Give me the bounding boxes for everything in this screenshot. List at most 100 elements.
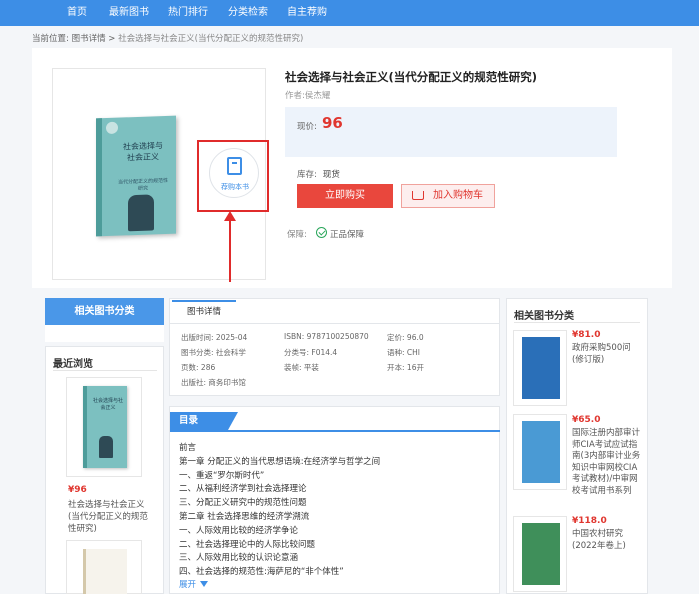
statue-illustration xyxy=(99,436,113,458)
related-book-cover xyxy=(522,421,560,483)
detail-value: CHI xyxy=(406,348,421,357)
book-order-icon xyxy=(227,157,242,175)
annotation-arrow-head-icon xyxy=(224,211,236,221)
detail-label: 语种: xyxy=(387,348,405,357)
recent-book-thumbnail[interactable]: 社会选择与社会正义 xyxy=(66,377,142,477)
toc-item: 二、从福利经济学到社会选择理论 xyxy=(179,484,307,495)
recommend-book-button[interactable]: 荐购本书 xyxy=(209,148,259,198)
detail-pubdate: 出版时间: 2025-04 xyxy=(181,332,247,343)
add-to-cart-button[interactable]: 加入购物车 xyxy=(401,184,495,208)
toc-item: 一、人际效用比较的经济学争论 xyxy=(179,525,299,536)
detail-pages: 页数: 286 xyxy=(181,362,215,373)
detail-value: 商务印书馆 xyxy=(208,378,246,387)
breadcrumb: 当前位置: 图书详情 > 社会选择与社会正义(当代分配正义的规范性研究) xyxy=(32,32,303,44)
detail-label: 装帧: xyxy=(284,363,302,372)
nav-new-books[interactable]: 最新图书 xyxy=(109,0,149,26)
toc-item: 二、社会选择理论中的人际比较问题 xyxy=(179,539,316,550)
left-category-body xyxy=(45,325,164,342)
nav-hot-ranking[interactable]: 热门排行 xyxy=(168,0,208,26)
book-cover-image[interactable]: 社会选择与社会正义 当代分配正义的规范性研究 xyxy=(96,115,176,237)
nav-home[interactable]: 首页 xyxy=(67,0,87,26)
related-book-thumbnail[interactable] xyxy=(513,330,567,406)
guarantee-value: 正品保障 xyxy=(330,230,365,240)
cart-icon xyxy=(412,191,424,200)
divider xyxy=(170,430,500,432)
detail-label: 开本: xyxy=(387,363,405,372)
detail-value: 286 xyxy=(200,363,216,372)
stock-label: 库存: xyxy=(297,170,317,180)
recommend-book-label: 荐购本书 xyxy=(221,183,249,191)
nav-self-recommend[interactable]: 自主荐购 xyxy=(287,0,327,26)
detail-value: 平装 xyxy=(303,363,319,372)
detail-category: 图书分类: 社会科学 xyxy=(181,347,246,358)
recent-book-cover-2 xyxy=(83,549,127,594)
chevron-down-icon[interactable] xyxy=(200,581,208,587)
detail-label: 分类号: xyxy=(284,348,310,357)
breadcrumb-link-book-detail[interactable]: 图书详情 xyxy=(72,34,106,44)
top-nav: 首页 最新图书 热门排行 分类检索 自主荐购 xyxy=(0,0,699,26)
related-book-name[interactable]: 国际注册内部审计师CIA考试应试指南(3内部审计业务知识中审网校CIA考试教材)… xyxy=(572,428,642,498)
detail-label: 出版时间: xyxy=(181,333,214,342)
related-book-cover xyxy=(522,337,560,399)
add-to-cart-label: 加入购物车 xyxy=(433,190,483,201)
check-circle-icon xyxy=(316,227,327,238)
related-book-price: ¥81.0 xyxy=(572,330,601,340)
detail-label: 图书分类: xyxy=(181,348,214,357)
stock-info: 库存: 现货 xyxy=(297,168,340,180)
recent-cover-title: 社会选择与社会正义 xyxy=(93,398,124,411)
toc-item: 三、人际效用比较的认识论意涵 xyxy=(179,553,299,564)
detail-format: 开本: 16开 xyxy=(387,362,424,373)
detail-label: 定价: xyxy=(387,333,405,342)
toc-item: 三、分配正义研究中的规范性问题 xyxy=(179,498,307,509)
detail-label: 页数: xyxy=(181,363,199,372)
recent-book-cover: 社会选择与社会正义 xyxy=(83,386,127,468)
nav-category-search[interactable]: 分类检索 xyxy=(228,0,268,26)
breadcrumb-separator: > xyxy=(108,34,116,44)
detail-value: 9787100250870 xyxy=(306,332,369,341)
toc-item: 四、社会选择的规范性:海萨尼的“非个体性” xyxy=(179,567,344,578)
recent-book-price: ¥96 xyxy=(68,485,87,495)
left-category-header[interactable]: 相关图书分类 xyxy=(45,298,164,325)
detail-label: 出版社: xyxy=(181,378,207,387)
breadcrumb-current: 社会选择与社会正义(当代分配正义的规范性研究) xyxy=(118,34,304,44)
divider xyxy=(514,322,640,323)
detail-classification: 分类号: F014.4 xyxy=(284,347,337,358)
related-book-cover xyxy=(522,523,560,585)
related-book-name[interactable]: 中国农村研究(2022年卷上) xyxy=(572,529,642,552)
tab-toc[interactable]: 目录 xyxy=(170,412,238,430)
detail-label: ISBN: xyxy=(284,332,305,341)
tab-book-detail[interactable]: 图书详情 xyxy=(172,300,236,323)
recent-book-name[interactable]: 社会选择与社会正义(当代分配正义的规范性研究) xyxy=(68,499,152,535)
product-title: 社会选择与社会正义(当代分配正义的规范性研究) xyxy=(285,70,538,84)
detail-value: 社会科学 xyxy=(215,348,246,357)
stock-value: 现货 xyxy=(322,170,340,180)
price-value: 96 xyxy=(322,114,343,132)
toc-list: 前言 第一章 分配正义的当代思想语境:在经济学与哲学之间 一、重返“罗尔斯时代”… xyxy=(179,442,489,580)
breadcrumb-prefix: 当前位置: xyxy=(32,34,69,44)
guarantee-label: 保障: xyxy=(287,230,307,240)
related-book-thumbnail[interactable] xyxy=(513,414,567,490)
related-book-thumbnail[interactable] xyxy=(513,516,567,592)
recent-browse-title: 最近浏览 xyxy=(53,359,93,370)
cover-subtitle: 当代分配正义的规范性研究 xyxy=(118,177,169,192)
statue-illustration xyxy=(128,194,154,232)
toc-item: 前言 xyxy=(179,443,197,453)
related-book-price: ¥65.0 xyxy=(572,415,601,425)
buy-now-button[interactable]: 立即购买 xyxy=(297,184,393,208)
toc-item: 第二章 社会选择思维的经济学溯流 xyxy=(179,511,310,522)
detail-language: 语种: CHI xyxy=(387,347,420,358)
detail-value: 16开 xyxy=(406,363,424,372)
recent-book-thumbnail-2[interactable] xyxy=(66,540,142,594)
price-label: 现价: xyxy=(297,122,317,132)
toc-item: 第一章 分配正义的当代思想语境:在经济学与哲学之间 xyxy=(179,456,381,467)
detail-list-price: 定价: 96.0 xyxy=(387,332,424,343)
product-author: 作者:侯杰耀 xyxy=(285,91,331,101)
detail-value: 96.0 xyxy=(406,333,424,342)
divider xyxy=(169,323,500,324)
publisher-logo-icon xyxy=(106,121,118,135)
detail-value: 2025-04 xyxy=(215,333,248,342)
expand-toc-link[interactable]: 展开 xyxy=(179,578,196,590)
divider xyxy=(53,370,157,371)
cover-title: 社会选择与社会正义 xyxy=(123,141,163,163)
related-book-name[interactable]: 政府采购500问(修订版) xyxy=(572,343,642,366)
